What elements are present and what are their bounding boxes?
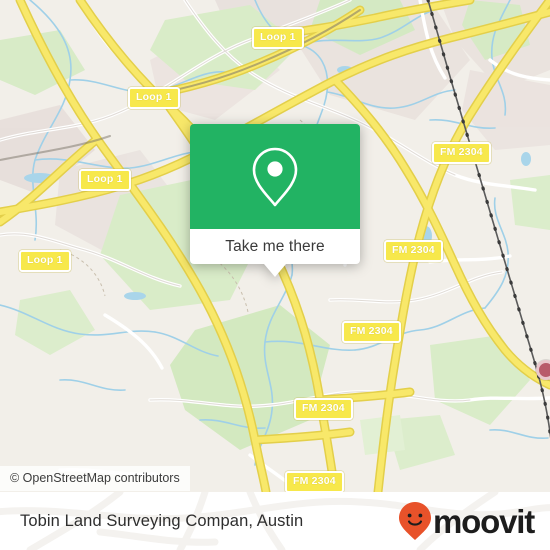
take-me-there-label: Take me there <box>225 237 325 255</box>
road-shield-fm-2304-bottom: FM 2304 <box>285 471 344 492</box>
road-shield-loop-1-mid-left: Loop 1 <box>79 169 131 191</box>
footer-bar: Tobin Land Surveying Compan, Austin moov… <box>0 492 550 550</box>
road-shield-fm-2304-right: FM 2304 <box>384 240 443 262</box>
destination-callout-card[interactable]: Take me there <box>190 124 360 277</box>
map-canvas[interactable]: Loop 1 Loop 1 Loop 1 Loop 1 FM 2304 FM 2304 FM… <box>0 0 550 492</box>
map-pin-icon <box>252 147 298 206</box>
map-attribution[interactable]: © OpenStreetMap contributors <box>0 466 190 491</box>
callout-pointer-tail <box>264 264 286 277</box>
road-shield-loop-1-top: Loop 1 <box>252 27 304 49</box>
road-shield-fm-2304-center: FM 2304 <box>342 321 401 343</box>
road-shield-fm-2304-upper-right: FM 2304 <box>432 142 491 164</box>
callout-header <box>190 124 360 229</box>
moovit-smiley-pin-icon <box>399 502 432 540</box>
road-shield-fm-2304-lower: FM 2304 <box>294 398 353 420</box>
road-shield-loop-1-lower-left: Loop 1 <box>19 250 71 272</box>
moovit-logo[interactable]: moovit <box>398 501 535 541</box>
poi-marker-right-edge[interactable] <box>536 360 550 380</box>
road-shield-loop-1-upper-left: Loop 1 <box>128 87 180 109</box>
moovit-map-page: Loop 1 Loop 1 Loop 1 Loop 1 FM 2304 FM 2304 FM… <box>0 0 550 550</box>
callout-footer[interactable]: Take me there <box>190 229 360 277</box>
moovit-wordmark: moovit <box>433 502 535 540</box>
place-title: Tobin Land Surveying Compan, Austin <box>20 511 304 530</box>
